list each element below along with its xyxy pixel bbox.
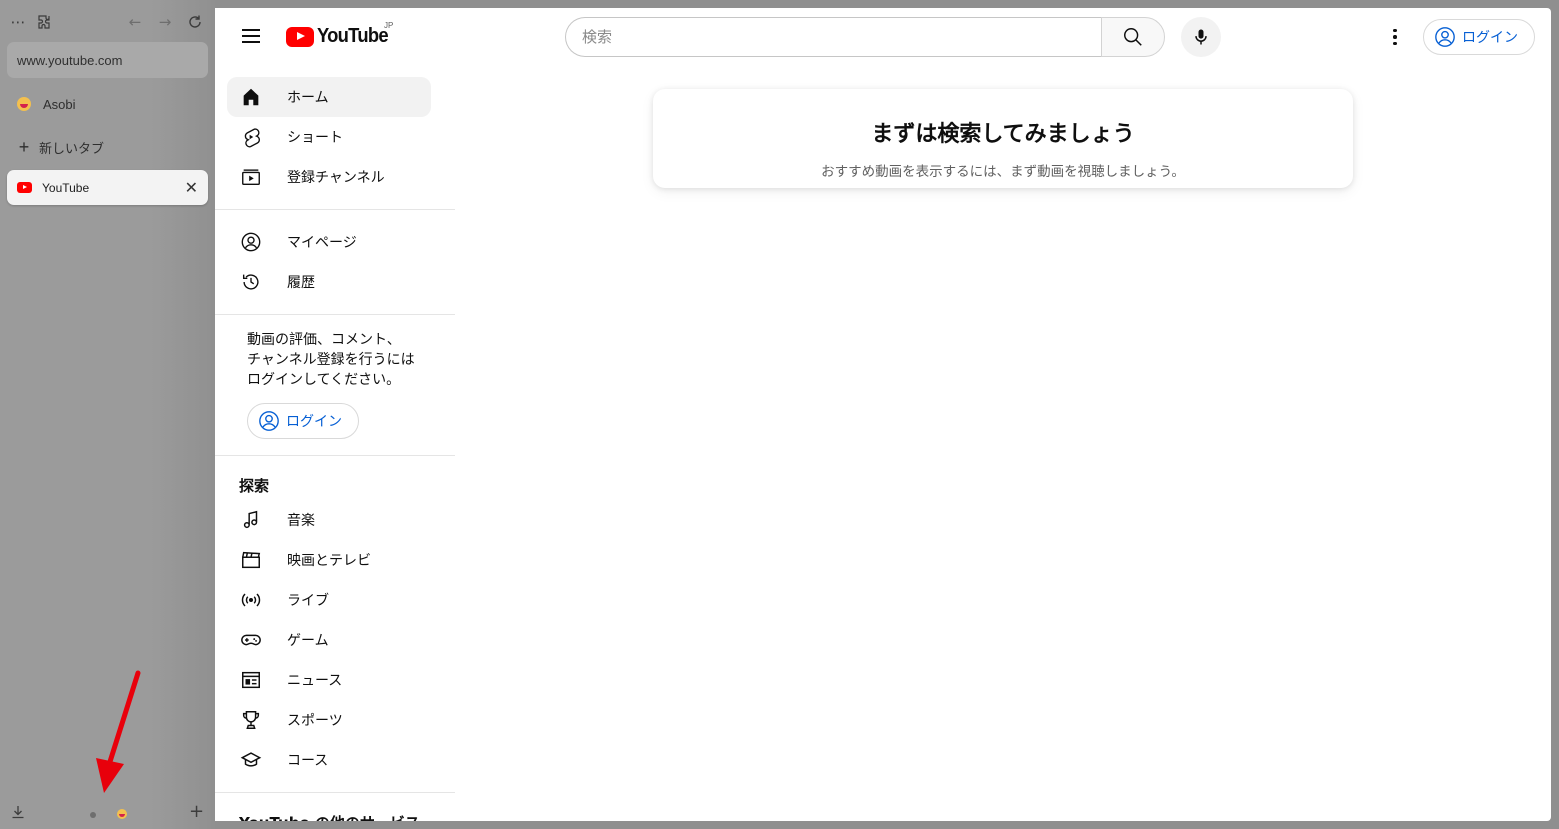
signin-prompt-text: 動画の評価、コメント、 チャンネル登録を行うには ログインしてください。	[247, 330, 437, 390]
guide-sidebar: ホーム ショート 登録チャンネル マイページ 履歴 動画の評価、コメント、 チャ…	[215, 64, 455, 821]
guide-item-shorts[interactable]: ショート	[227, 117, 431, 157]
live-icon	[239, 588, 263, 612]
new-tab-label: 新しいタブ	[39, 140, 105, 156]
guide-item-courses[interactable]: コース	[227, 740, 431, 780]
login-button-label: ログイン	[1462, 30, 1518, 46]
courses-icon	[239, 748, 263, 772]
search-input[interactable]	[566, 18, 1102, 56]
download-icon[interactable]	[11, 805, 25, 823]
menu-icon[interactable]	[235, 20, 267, 52]
guide-divider	[215, 314, 455, 315]
guide-item-movies[interactable]: 映画とテレビ	[227, 540, 431, 580]
forward-icon[interactable]: →	[153, 8, 177, 36]
guide-item-news[interactable]: ニュース	[227, 660, 431, 700]
youtube-window: YouTube JP ログイン ホーム ショート	[215, 8, 1551, 821]
youtube-logo[interactable]: YouTube JP	[286, 21, 394, 48]
guide-item-live[interactable]: ライブ	[227, 580, 431, 620]
search-box	[565, 17, 1102, 57]
guide-item-home[interactable]: ホーム	[227, 77, 431, 117]
login-button[interactable]: ログイン	[1423, 19, 1535, 55]
back-icon[interactable]: ←	[123, 8, 147, 36]
tab-youtube[interactable]: YouTube ✕	[7, 170, 208, 205]
music-icon	[239, 508, 263, 532]
guide-item-label: 履歴	[287, 275, 315, 291]
guide-item-subscriptions[interactable]: 登録チャンネル	[227, 157, 431, 197]
masthead: YouTube JP ログイン	[215, 8, 1551, 64]
more-icon[interactable]: ⋯	[6, 8, 30, 36]
account-icon	[239, 230, 263, 254]
signin-prompt-line: 動画の評価、コメント、	[247, 332, 401, 348]
search-prompt-card: まずは検索してみましょう おすすめ動画を表示するには、まず動画を視聴しましょう。	[653, 89, 1353, 188]
guide-item-label: 登録チャンネル	[287, 170, 385, 186]
search-icon	[1124, 28, 1142, 46]
region-code: JP	[384, 21, 394, 30]
browser-side-panel: ⋯ ← → www.youtube.com Asobi + 新しいタブ YouT…	[0, 0, 215, 829]
close-icon[interactable]: ✕	[185, 178, 198, 198]
youtube-play-icon	[286, 26, 314, 47]
trophy-icon	[239, 708, 263, 732]
tab-label: YouTube	[42, 180, 90, 195]
voice-search-button[interactable]	[1181, 17, 1221, 57]
guide-item-label: 映画とテレビ	[287, 553, 371, 569]
new-tab-button[interactable]: + 新しいタブ	[7, 130, 208, 164]
browser-toolbar: ⋯ ← →	[0, 8, 215, 36]
sidebar-item-asobi[interactable]: Asobi	[7, 87, 208, 121]
history-icon	[239, 270, 263, 294]
plus-icon[interactable]: +	[189, 801, 204, 822]
prompt-title: まずは検索してみましょう	[871, 122, 1135, 147]
movies-icon	[239, 548, 263, 572]
guide-item-label: ニュース	[287, 673, 343, 689]
plus-icon: +	[18, 136, 30, 157]
guide-item-label: マイページ	[287, 235, 357, 251]
youtube-favicon	[17, 182, 32, 193]
guide-item-my-page[interactable]: マイページ	[227, 222, 431, 262]
workspace-dot-icon[interactable]	[90, 812, 96, 818]
gaming-icon	[239, 628, 263, 652]
guide-item-gaming[interactable]: ゲーム	[227, 620, 431, 660]
settings-more-icon[interactable]	[1379, 21, 1411, 53]
account-circle-icon	[259, 411, 279, 431]
guide-item-label: スポーツ	[287, 713, 343, 729]
address-bar-url: www.youtube.com	[17, 52, 123, 68]
more-services-heading: YouTube の他のサービス	[239, 812, 420, 821]
browser-bottom-bar: +	[0, 799, 215, 829]
annotation-arrow	[96, 670, 141, 793]
guide-item-label: ホーム	[287, 90, 329, 106]
reload-icon[interactable]	[183, 8, 207, 36]
guide-item-label: コース	[287, 753, 329, 769]
guide-item-sports[interactable]: スポーツ	[227, 700, 431, 740]
shorts-icon	[239, 125, 263, 149]
guide-item-label: 音楽	[287, 513, 315, 529]
address-bar[interactable]: www.youtube.com	[7, 42, 208, 78]
account-circle-icon	[1435, 27, 1455, 47]
guide-divider	[215, 455, 455, 456]
home-icon	[239, 85, 263, 109]
extensions-icon[interactable]	[33, 8, 57, 36]
prompt-subtitle: おすすめ動画を表示するには、まず動画を視聴しましょう。	[821, 164, 1185, 180]
logo-text: YouTube	[317, 25, 389, 47]
guide-divider	[215, 209, 455, 210]
subscriptions-icon	[239, 165, 263, 189]
guide-item-label: ゲーム	[287, 633, 329, 649]
microphone-icon	[1195, 29, 1207, 45]
signin-prompt-line: ログインしてください。	[247, 372, 401, 388]
explore-heading: 探索	[239, 477, 270, 495]
guide-item-music[interactable]: 音楽	[227, 500, 431, 540]
guide-login-button[interactable]: ログイン	[247, 403, 359, 439]
signin-prompt-line: チャンネル登録を行うには	[247, 352, 415, 368]
search-button[interactable]	[1101, 17, 1165, 57]
guide-divider	[215, 792, 455, 793]
guide-item-label: ライブ	[287, 593, 329, 609]
news-icon	[239, 668, 263, 692]
guide-item-label: ショート	[287, 130, 343, 146]
guide-login-label: ログイン	[286, 414, 342, 430]
asobi-emoji-icon[interactable]	[117, 809, 127, 819]
sidebar-item-label: Asobi	[43, 96, 76, 112]
asobi-emoji-icon	[17, 97, 31, 111]
guide-item-history[interactable]: 履歴	[227, 262, 431, 302]
